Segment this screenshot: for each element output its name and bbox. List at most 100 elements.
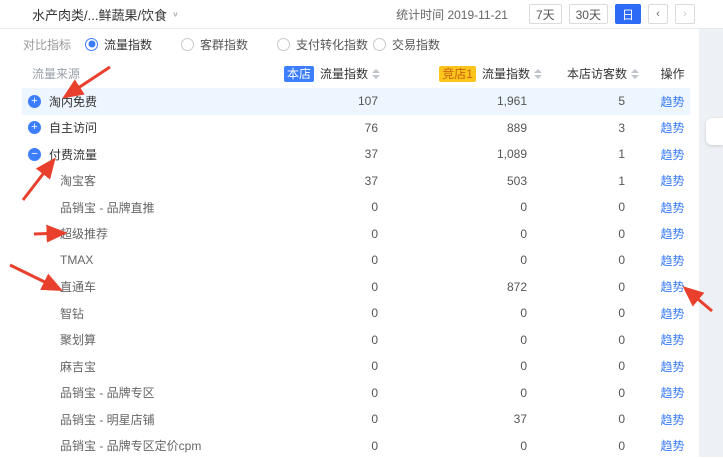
prev-day-button[interactable]: ‹ [648, 4, 668, 24]
trend-link[interactable]: 趋势 [660, 95, 684, 109]
comp-index-value: 503 [380, 174, 542, 188]
own-index-value: 0 [245, 200, 380, 214]
own-index-value: 0 [245, 253, 380, 267]
visitors-column-header[interactable]: 本店访客数 [542, 65, 655, 82]
trend-link[interactable]: 趋势 [660, 439, 684, 453]
radio-icon [181, 38, 194, 51]
trend-link[interactable]: 趋势 [660, 201, 684, 215]
own-index-value: 0 [245, 333, 380, 347]
own-index-value: 0 [245, 386, 380, 400]
scrollbar-track[interactable] [699, 29, 723, 457]
visitors-value: 3 [542, 121, 655, 135]
trend-link[interactable]: 趋势 [660, 307, 684, 321]
table-row[interactable]: 品销宝 - 明星店铺 0 37 0 趋势 [22, 406, 690, 433]
comp-index-value: 1,089 [380, 147, 542, 161]
trend-link[interactable]: 趋势 [660, 333, 684, 347]
metric-radio[interactable]: 客群指数 [181, 36, 277, 53]
action-column-header: 操作 [655, 65, 690, 82]
own-index-value: 0 [245, 227, 380, 241]
traffic-source-label: 淘宝客 [60, 172, 96, 189]
visitors-value: 1 [542, 147, 655, 161]
filter-label: 对比指标 [23, 36, 71, 53]
table-row[interactable]: − 付费流量 37 1,089 1 趋势 [22, 141, 690, 168]
own-index-value: 0 [245, 280, 380, 294]
compare-metric-filter: 对比指标 流量指数 客群指数支付转化指数交易指数 [0, 29, 723, 59]
own-index-value: 107 [245, 94, 380, 108]
stat-time-label: 统计时间 2019-11-21 [396, 6, 508, 23]
metric-radio[interactable]: 交易指数 [373, 36, 469, 53]
comp-index-value: 0 [380, 333, 542, 347]
table-row[interactable]: 麻吉宝 0 0 0 趋势 [22, 353, 690, 380]
table-header-row: 流量来源 本店 流量指数 竞店1 流量指数 本店访客数 操作 [22, 59, 690, 88]
table-row[interactable]: 淘宝客 37 503 1 趋势 [22, 168, 690, 195]
comp-index-value: 0 [380, 359, 542, 373]
range-button[interactable]: 日 [615, 4, 641, 24]
next-day-button[interactable]: › [675, 4, 695, 24]
category-title: 水产肉类/...鲜蔬果/饮食 [32, 5, 167, 24]
trend-link[interactable]: 趋势 [660, 148, 684, 162]
comp-index-value: 0 [380, 227, 542, 241]
traffic-source-label: 淘内免费 [49, 93, 97, 110]
own-index-value: 0 [245, 439, 380, 453]
category-dropdown[interactable]: 水产肉类/...鲜蔬果/饮食 ∨ [32, 5, 179, 24]
visitors-value: 0 [542, 386, 655, 400]
visitors-value: 0 [542, 253, 655, 267]
comp-index-column-header[interactable]: 竞店1 流量指数 [380, 65, 542, 82]
sort-caret-icon[interactable] [372, 69, 380, 79]
table-row[interactable]: + 自主访问 76 889 3 趋势 [22, 115, 690, 142]
table-row[interactable]: + 淘内免费 107 1,961 5 趋势 [22, 88, 690, 115]
range-button[interactable]: 30天 [569, 4, 608, 24]
own-index-value: 0 [245, 306, 380, 320]
expand-toggle-icon[interactable]: − [28, 148, 41, 161]
table-row[interactable]: 聚划算 0 0 0 趋势 [22, 327, 690, 354]
table-row[interactable]: 智钻 0 0 0 趋势 [22, 300, 690, 327]
date-controls: 统计时间 2019-11-21 7天 30天日 ‹ › [396, 4, 695, 24]
visitors-value: 5 [542, 94, 655, 108]
visitors-value: 0 [542, 359, 655, 373]
table-row[interactable]: 直通车 0 872 0 趋势 [22, 274, 690, 301]
traffic-source-label: 超级推荐 [60, 225, 108, 242]
visitors-value: 0 [542, 333, 655, 347]
table-row[interactable]: 超级推荐 0 0 0 趋势 [22, 221, 690, 248]
trend-link[interactable]: 趋势 [660, 174, 684, 188]
trend-link[interactable]: 趋势 [660, 227, 684, 241]
expand-toggle-icon[interactable]: + [28, 95, 41, 108]
table-row[interactable]: TMAX 0 0 0 趋势 [22, 247, 690, 274]
comp-index-value: 37 [380, 412, 542, 426]
competitor-badge: 竞店1 [439, 66, 476, 82]
trend-link[interactable]: 趋势 [660, 413, 684, 427]
traffic-source-label: 自主访问 [49, 119, 97, 136]
radio-icon [277, 38, 290, 51]
table-row[interactable]: 品销宝 - 品牌专区定价cpm 0 0 0 趋势 [22, 433, 690, 459]
scrollbar-thumb[interactable] [706, 118, 723, 145]
sort-caret-icon[interactable] [631, 69, 639, 79]
own-index-value: 37 [245, 147, 380, 161]
traffic-source-label: 聚划算 [60, 331, 96, 348]
trend-link[interactable]: 趋势 [660, 386, 684, 400]
table-row[interactable]: 品销宝 - 品牌专区 0 0 0 趋势 [22, 380, 690, 407]
traffic-source-label: 品销宝 - 品牌专区定价cpm [60, 437, 201, 454]
trend-link[interactable]: 趋势 [660, 360, 684, 374]
comp-index-value: 1,961 [380, 94, 542, 108]
own-index-column-header[interactable]: 本店 流量指数 [245, 65, 380, 82]
trend-link[interactable]: 趋势 [660, 121, 684, 135]
metric-radio[interactable]: 流量指数 [85, 36, 181, 53]
table-body: + 淘内免费 107 1,961 5 趋势 + 自主访问 76 889 3 趋势… [22, 88, 690, 459]
radio-icon [373, 38, 386, 51]
trend-link[interactable]: 趋势 [660, 280, 684, 294]
expand-toggle-icon[interactable]: + [28, 121, 41, 134]
sort-caret-icon[interactable] [534, 69, 542, 79]
trend-link[interactable]: 趋势 [660, 254, 684, 268]
comp-index-value: 0 [380, 386, 542, 400]
traffic-source-table: 流量来源 本店 流量指数 竞店1 流量指数 本店访客数 操作 + 淘内免费 10… [22, 59, 690, 459]
visitors-value: 0 [542, 439, 655, 453]
traffic-source-label: 品销宝 - 品牌专区 [60, 384, 155, 401]
metric-radio[interactable]: 支付转化指数 [277, 36, 373, 53]
metric-radio-group: 流量指数 客群指数支付转化指数交易指数 [85, 36, 469, 53]
range-button[interactable]: 7天 [529, 4, 562, 24]
metric-radio-label: 流量指数 [104, 36, 152, 53]
table-row[interactable]: 品销宝 - 品牌直推 0 0 0 趋势 [22, 194, 690, 221]
comp-index-value: 0 [380, 200, 542, 214]
radio-icon [85, 38, 98, 51]
own-index-value: 0 [245, 359, 380, 373]
